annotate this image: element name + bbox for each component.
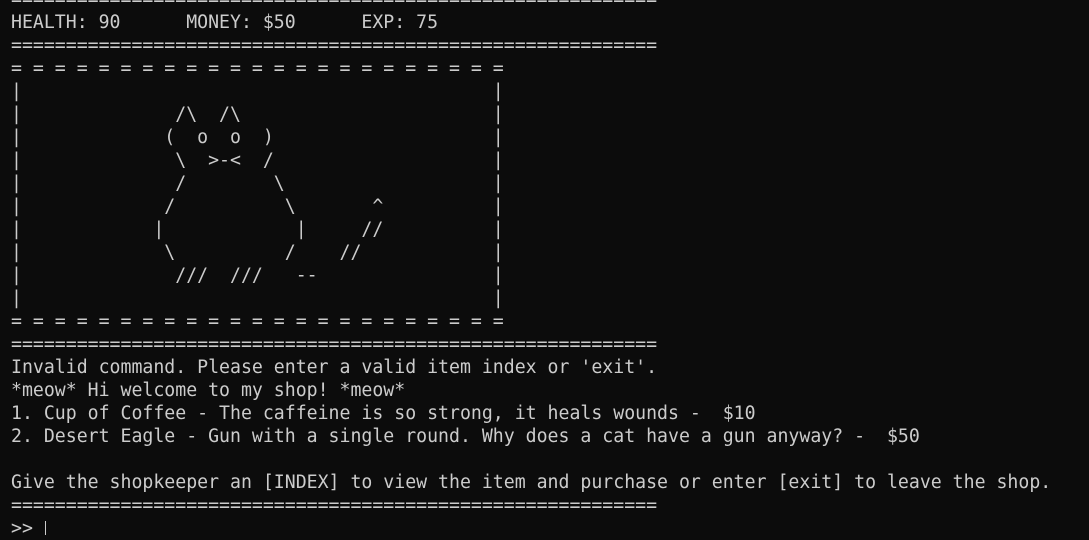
shop-instructions: Give the shopkeeper an [INDEX] to view t…	[11, 472, 1052, 493]
art-line: | |	[11, 288, 504, 309]
command-input[interactable]: >>	[11, 517, 1081, 540]
art-line: | / \ ^ |	[11, 196, 504, 217]
art-line: | |	[11, 81, 504, 102]
stats-divider: ========================================…	[11, 35, 658, 56]
shopkeeper-cat-art: = = = = = = = = = = = = = = = = = = = = …	[11, 57, 1081, 333]
art-line: | /\ /\ |	[11, 104, 504, 125]
bottom-divider: ========================================…	[11, 495, 658, 516]
art-line: | ( o o ) |	[11, 127, 504, 148]
text-cursor	[44, 521, 46, 535]
art-divider: ========================================…	[11, 334, 658, 355]
art-frame-top: = = = = = = = = = = = = = = = = = = = = …	[11, 58, 504, 79]
art-line: | \ >-< / |	[11, 150, 504, 171]
terminal-window[interactable]: ========================================…	[11, 0, 1081, 540]
error-message: Invalid command. Please enter a valid it…	[11, 357, 658, 378]
shop-output: Invalid command. Please enter a valid it…	[11, 356, 1081, 494]
top-divider: ========================================…	[11, 0, 1081, 11]
art-line: | | | // |	[11, 219, 504, 240]
art-frame-bottom: = = = = = = = = = = = = = = = = = = = = …	[11, 311, 504, 332]
art-line: | \ / // |	[11, 242, 504, 263]
art-line: | / \ |	[11, 173, 504, 194]
shop-greeting: *meow* Hi welcome to my shop! *meow*	[11, 380, 406, 401]
art-line: | /// /// -- |	[11, 265, 504, 286]
stats-bar: HEALTH: 90 MONEY: $50 EXP: 75	[11, 12, 439, 33]
shop-item-1: 1. Cup of Coffee - The caffeine is so st…	[11, 403, 756, 424]
prompt-symbol: >>	[11, 518, 44, 539]
shop-item-2: 2. Desert Eagle - Gun with a single roun…	[11, 426, 920, 447]
